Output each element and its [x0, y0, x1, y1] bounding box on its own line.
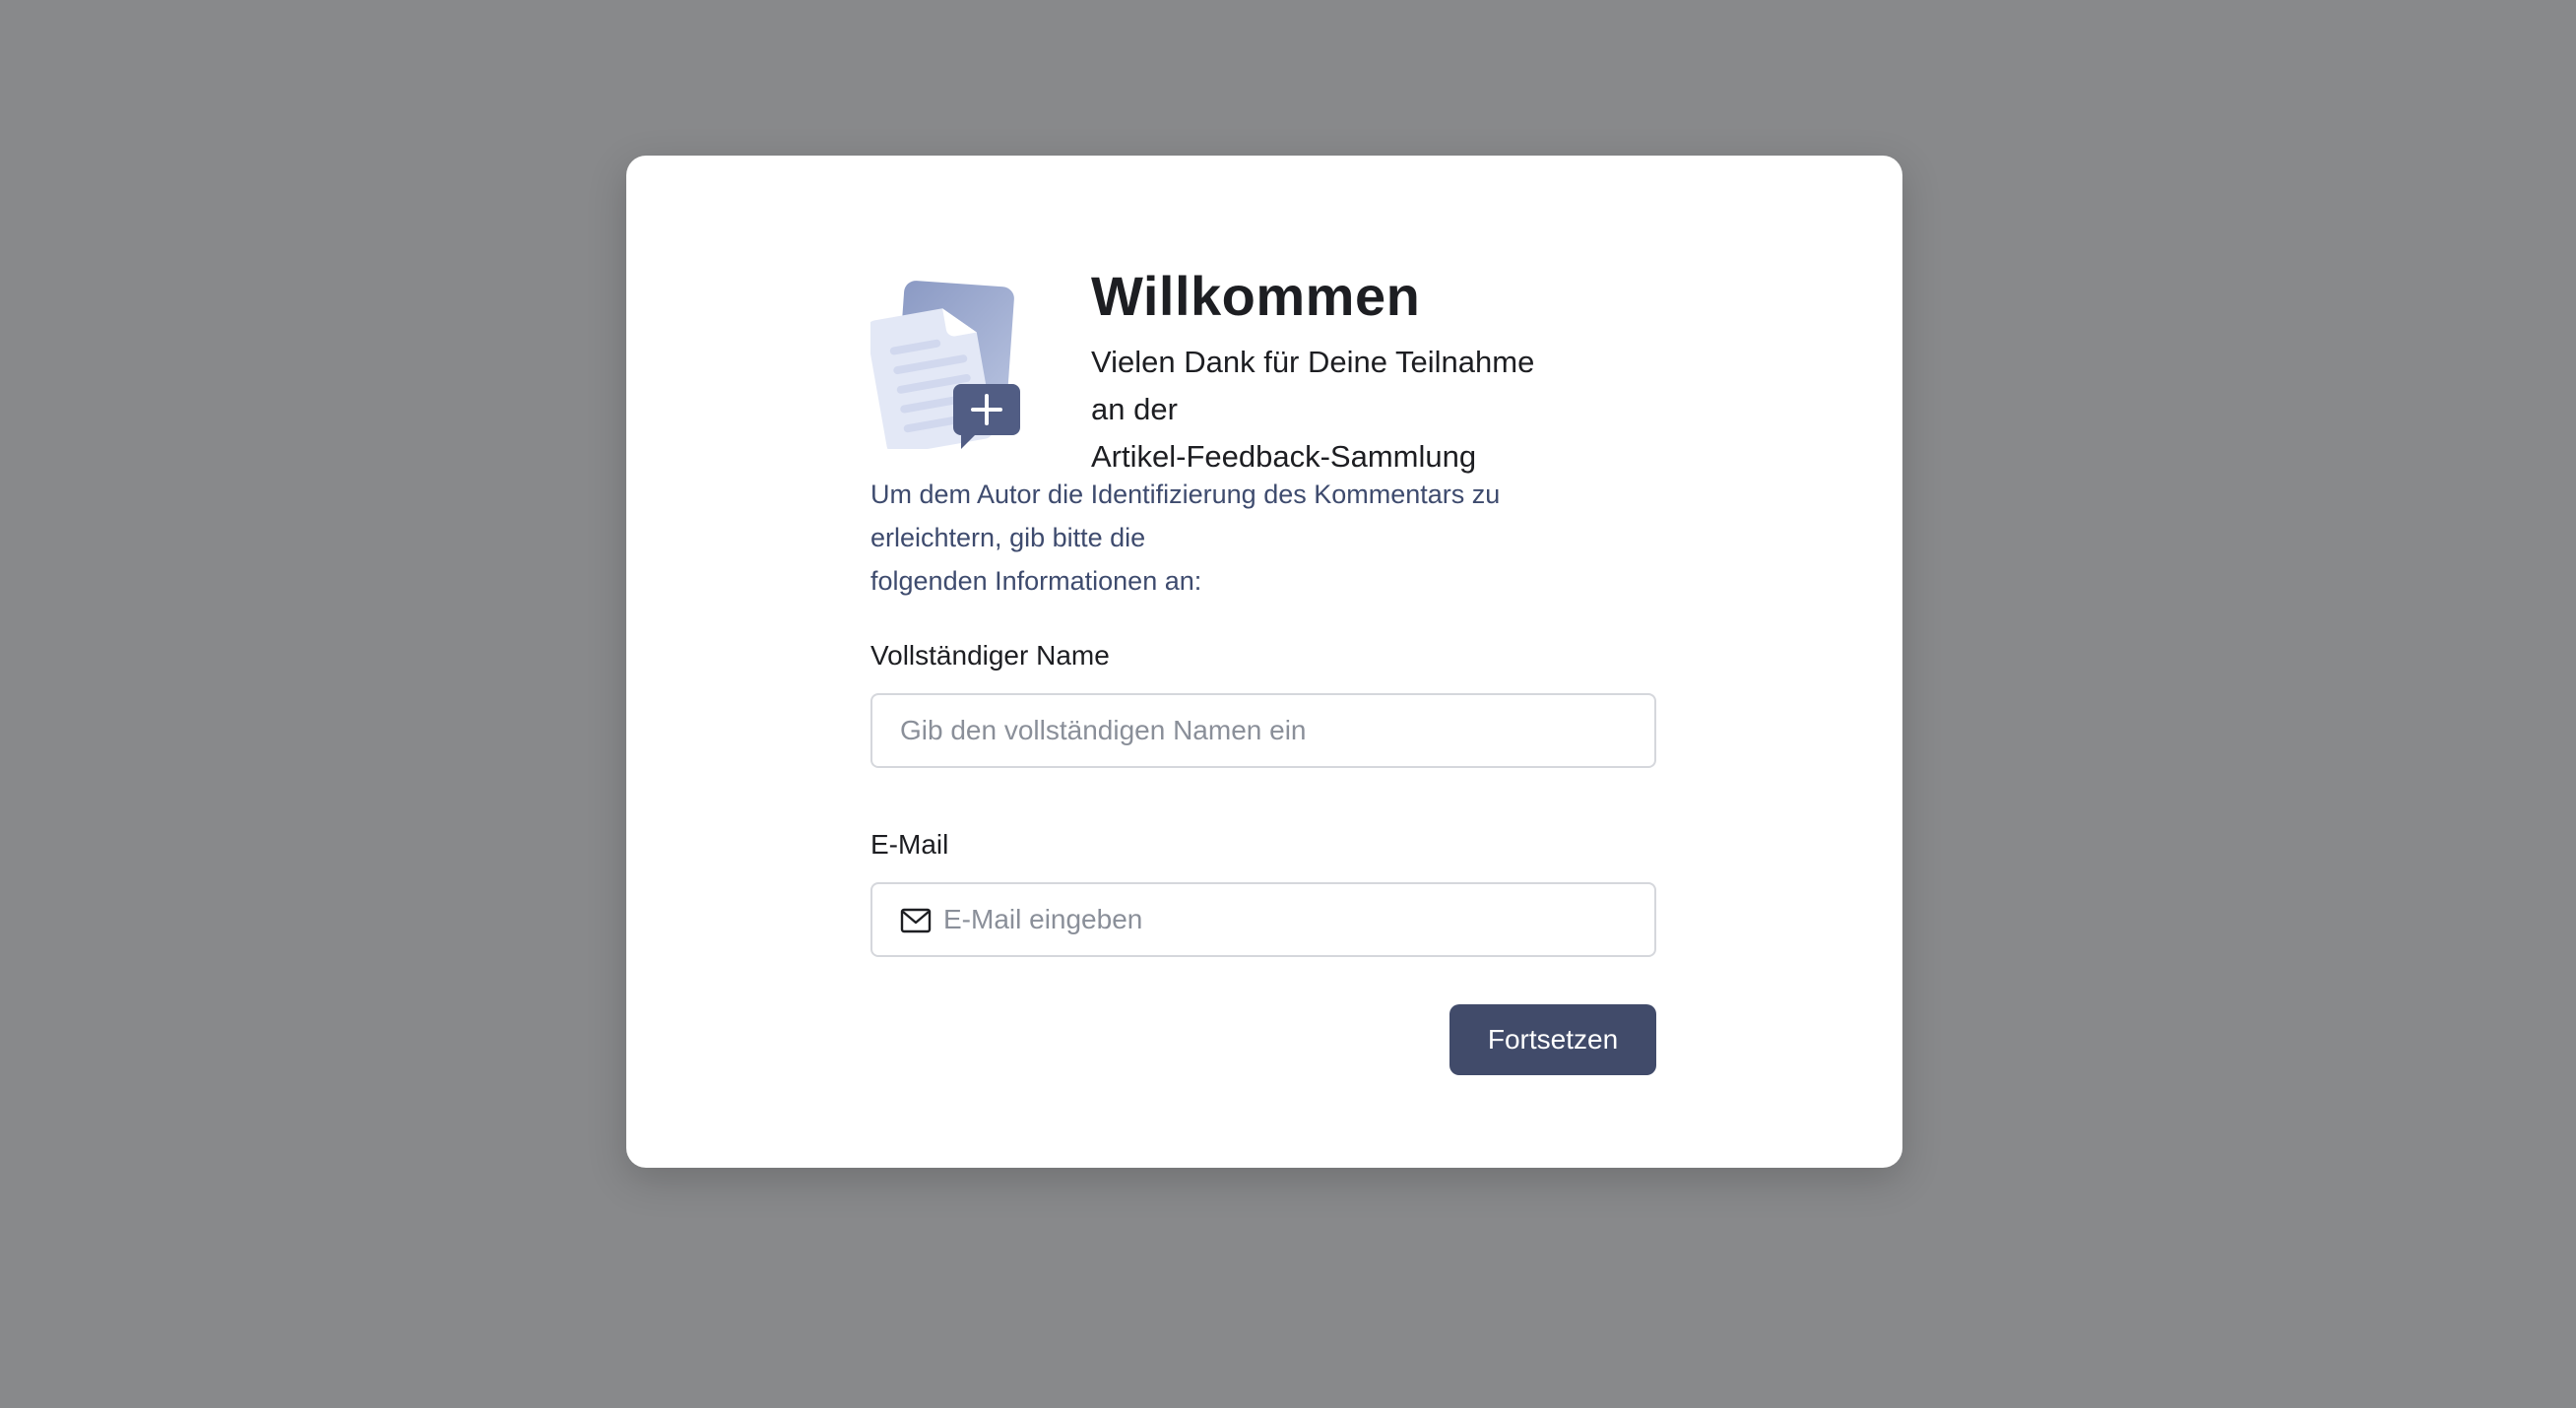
email-label: E-Mail — [870, 829, 949, 860]
page-title: Willkommen — [1091, 265, 1421, 327]
subtitle-line: Vielen Dank für Deine Teilnahme — [1091, 345, 1535, 379]
intro-text: Um dem Autor die Identifizierung des Kom… — [870, 473, 1658, 603]
subtitle-line: Artikel-Feedback-Sammlung — [1091, 439, 1477, 474]
subtitle-line: an der — [1091, 392, 1178, 426]
intro-line: folgenden Informationen an: — [870, 566, 1202, 596]
intro-line: erleichtern, gib bitte die — [870, 523, 1146, 552]
full-name-input[interactable] — [872, 695, 1654, 766]
dialog-actions: Fortsetzen — [870, 1004, 1658, 1075]
document-comment-add-icon — [870, 281, 1020, 449]
continue-button[interactable]: Fortsetzen — [1449, 1004, 1656, 1075]
full-name-field — [870, 693, 1656, 768]
dialog-header: Willkommen Vielen Dank für Deine Teilnah… — [870, 254, 1658, 474]
full-name-label: Vollständiger Name — [870, 640, 1110, 671]
welcome-dialog: Willkommen Vielen Dank für Deine Teilnah… — [626, 156, 1902, 1168]
email-field — [870, 882, 1656, 957]
email-input[interactable] — [872, 884, 1654, 955]
welcome-subtitle: Vielen Dank für Deine Teilnahme an der A… — [1091, 339, 1603, 480]
dialog-content: Willkommen Vielen Dank für Deine Teilnah… — [870, 254, 1658, 1075]
